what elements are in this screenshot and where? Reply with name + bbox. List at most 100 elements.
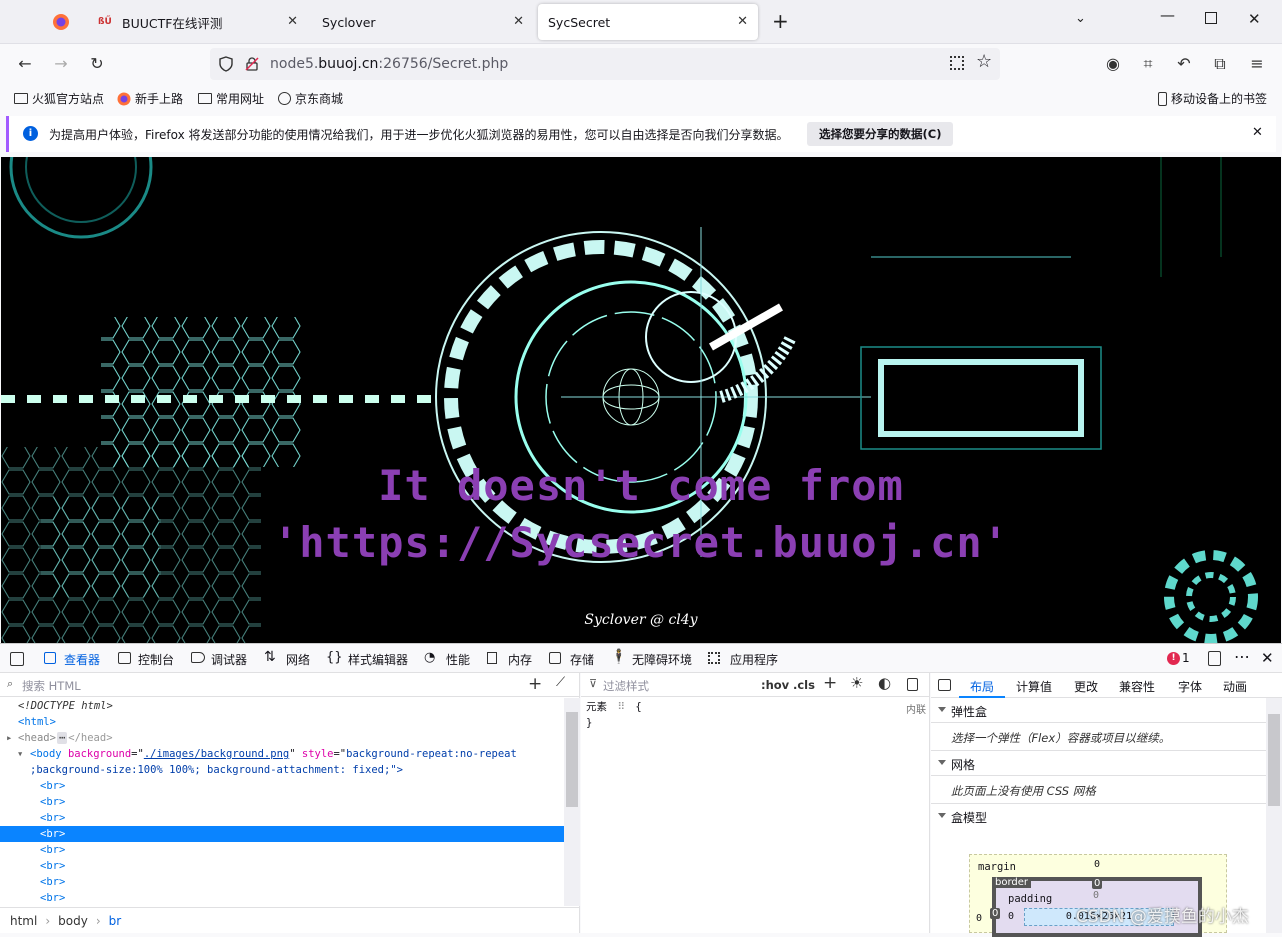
tab-compatibility[interactable]: 兼容性 — [1119, 678, 1155, 695]
window-close-icon[interactable]: ✕ — [1248, 10, 1261, 28]
tab-application[interactable]: 应用程序 — [708, 651, 778, 668]
br-node-selected[interactable]: <br> — [0, 826, 564, 842]
tab-fonts[interactable]: 字体 — [1178, 678, 1202, 695]
tab-buuctf[interactable]: ßŰ BUUCTF在线评测 ✕ — [88, 4, 308, 40]
hov-toggle[interactable]: :hov — [761, 678, 789, 692]
bookmark-item[interactable]: 火狐官方站点 — [14, 90, 104, 107]
flexbox-section-header[interactable]: 弹性盒 — [931, 698, 1266, 723]
tab-animations[interactable]: 动画 — [1223, 678, 1247, 695]
tab-layout[interactable]: 布局 — [970, 678, 994, 695]
br-node[interactable]: <br> — [0, 890, 564, 906]
search-html-input[interactable]: ⌕ 搜索 HTML + ⟋ — [0, 673, 579, 697]
br-node[interactable]: <br> — [0, 810, 564, 826]
close-icon[interactable]: ✕ — [737, 14, 748, 29]
sidebar-scrollbar[interactable] — [1266, 698, 1282, 933]
more-options-icon[interactable]: ⋯ — [1234, 647, 1250, 666]
print-media-icon[interactable] — [907, 678, 918, 691]
rule-grid-icon[interactable]: ⠿ — [617, 701, 625, 713]
br-node[interactable]: <br> — [0, 842, 564, 858]
mobile-bookmarks[interactable]: 移动设备上的书签 — [1158, 90, 1267, 107]
toggle-sidebar-icon[interactable] — [938, 679, 951, 691]
bookmark-item[interactable]: 常用网址 — [198, 90, 264, 107]
qr-code-icon[interactable] — [950, 56, 964, 70]
breadcrumb-body[interactable]: body — [58, 914, 88, 928]
tab-computed[interactable]: 计算值 — [1016, 678, 1052, 695]
screenshot-crop-icon[interactable]: ⌗ — [1138, 54, 1158, 74]
light-mode-sun-icon[interactable]: ☀ — [850, 674, 863, 692]
error-icon[interactable]: ! — [1167, 652, 1180, 665]
breadcrumb-html[interactable]: html — [10, 914, 37, 928]
tab-list-chevron-down-icon[interactable]: ⌄ — [1075, 11, 1086, 26]
menu-hamburger-icon[interactable]: ≡ — [1247, 54, 1267, 74]
extensions-icon[interactable]: ⧉ — [1210, 54, 1230, 74]
br-node[interactable]: <br> — [0, 778, 564, 794]
br-node[interactable]: <br> — [0, 794, 564, 810]
tab-accessibility[interactable]: 🕴 无障碍环境 — [610, 649, 692, 668]
tab-debugger[interactable]: 调试器 — [191, 651, 248, 668]
close-icon[interactable]: ✕ — [513, 14, 524, 29]
account-icon[interactable]: ◉ — [1103, 54, 1123, 74]
minimize-icon[interactable]: — — [1160, 6, 1175, 24]
maximize-icon[interactable] — [1205, 12, 1217, 24]
insecure-lock-icon[interactable] — [244, 56, 260, 72]
padding-left-value[interactable]: 0 — [1008, 909, 1014, 925]
bookmarks-toolbar: 火狐官方站点 新手上路 常用网址 京东商城 移动设备上的书签 — [0, 84, 1282, 112]
tab-changes[interactable]: 更改 — [1074, 678, 1098, 695]
element-picker-icon[interactable] — [10, 652, 24, 666]
tab-style-editor[interactable]: {} 样式编辑器 — [326, 650, 408, 668]
eyedropper-icon[interactable]: ⟋ — [556, 675, 565, 690]
boxmodel-section-header[interactable]: 盒模型 — [931, 804, 1266, 829]
head-node[interactable]: ▸ <head> ⋯ </head> — [0, 730, 564, 746]
reload-icon[interactable]: ↻ — [87, 54, 107, 74]
dark-mode-icon[interactable]: ◐ — [878, 674, 891, 692]
cls-toggle[interactable]: .cls — [793, 678, 815, 692]
back-arrow-icon[interactable]: ← — [15, 54, 35, 74]
close-devtools-icon[interactable]: ✕ — [1261, 649, 1274, 667]
tab-inspector[interactable]: 查看器 — [37, 651, 109, 676]
add-node-plus-icon[interactable]: + — [528, 674, 542, 694]
url-text[interactable]: node5.buuoj.cn:26756/Secret.php — [270, 56, 508, 72]
html-node[interactable]: <html> — [0, 714, 564, 730]
new-tab-plus-icon[interactable]: + — [772, 9, 789, 33]
tab-syclover[interactable]: Syclover ✕ — [312, 4, 534, 40]
scrollbar-thumb[interactable] — [566, 712, 578, 807]
markup-scrollbar[interactable] — [564, 698, 580, 906]
tab-firefox-home[interactable] — [42, 4, 82, 40]
collapsed-ellipsis[interactable]: ⋯ — [56, 732, 68, 744]
star-bookmark-icon[interactable]: ☆ — [976, 51, 992, 72]
bookmark-item[interactable]: 新手上路 — [117, 90, 183, 107]
tab-performance[interactable]: ◔ 性能 — [424, 650, 470, 668]
undo-arrow-icon[interactable]: ↶ — [1174, 54, 1194, 74]
doctype-node[interactable]: <!DOCTYPE html> — [0, 698, 564, 714]
tab-label: 网络 — [286, 653, 311, 667]
border-left-value[interactable]: 0 — [990, 908, 1001, 919]
collapse-triangle-icon[interactable]: ▾ — [17, 746, 23, 762]
shield-icon[interactable] — [218, 56, 234, 72]
close-icon[interactable]: ✕ — [1252, 125, 1263, 140]
tab-label: 调试器 — [211, 653, 248, 667]
scrollbar-thumb[interactable] — [1268, 714, 1280, 806]
url-bar[interactable]: node5.buuoj.cn:26756/Secret.php ☆ — [210, 48, 1000, 80]
tab-network[interactable]: ⇅ 网络 — [264, 649, 311, 668]
expand-triangle-icon[interactable]: ▸ — [6, 730, 12, 746]
tab-console[interactable]: 控制台 — [118, 651, 174, 668]
add-rule-plus-icon[interactable]: + — [823, 673, 837, 693]
tab-sycsecret[interactable]: SycSecret ✕ — [538, 4, 758, 40]
body-node[interactable]: ▾ <body background="./images/background.p… — [0, 746, 564, 762]
bookmark-item[interactable]: 京东商城 — [278, 90, 343, 107]
choose-data-button[interactable]: 选择您要分享的数据(C) — [807, 122, 954, 146]
rules-panel: ⊽ 过滤样式 :hov .cls + ☀ ◐ 元素 ⠿ { } 内联 — [581, 673, 930, 933]
grid-section-header[interactable]: 网格 — [931, 751, 1266, 776]
filter-styles-input[interactable]: ⊽ 过滤样式 :hov .cls + ☀ ◐ — [581, 673, 929, 697]
forward-arrow-icon[interactable]: → — [51, 54, 71, 74]
margin-left-value[interactable]: 0 — [976, 911, 982, 927]
error-count[interactable]: 1 — [1182, 651, 1190, 665]
dock-toggle-icon[interactable] — [1208, 651, 1221, 666]
tab-memory[interactable]: 内存 — [487, 651, 532, 668]
tab-storage[interactable]: 存储 — [549, 651, 594, 668]
breadcrumb-br[interactable]: br — [109, 914, 122, 928]
br-node[interactable]: <br> — [0, 858, 564, 874]
close-icon[interactable]: ✕ — [287, 14, 298, 29]
br-node[interactable]: <br> — [0, 874, 564, 890]
margin-top-value[interactable]: 0 — [1094, 857, 1100, 873]
